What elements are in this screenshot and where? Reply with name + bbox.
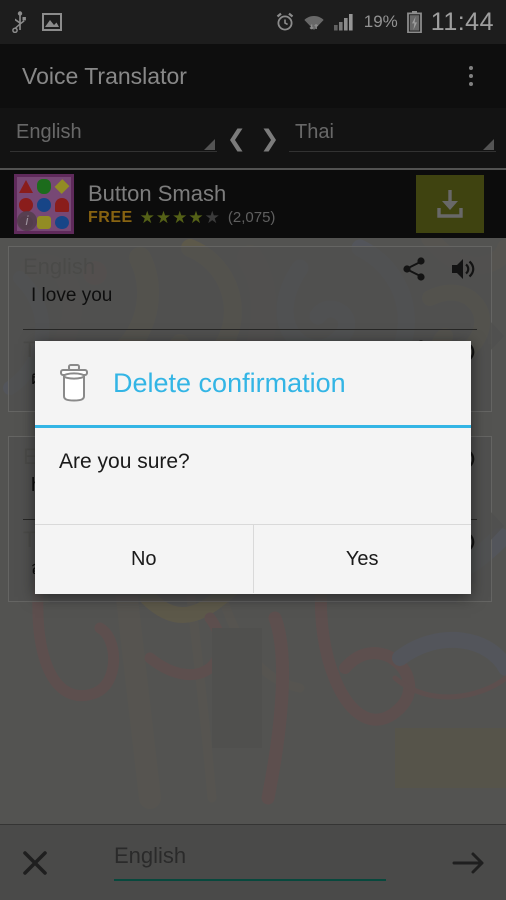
app-screen: 19% 11:44 Voice Translator English ❮ ❯ T… xyxy=(0,0,506,900)
dialog-message: Are you sure? xyxy=(59,450,190,473)
yes-button[interactable]: Yes xyxy=(253,525,471,593)
no-button[interactable]: No xyxy=(35,525,253,593)
dialog-title: Delete confirmation xyxy=(113,367,346,398)
dialog-actions: No Yes xyxy=(35,525,471,593)
trash-icon xyxy=(60,364,88,402)
delete-confirmation-dialog: Delete confirmation Are you sure? No Yes xyxy=(35,341,471,594)
dialog-header: Delete confirmation xyxy=(35,341,471,425)
dialog-body: Are you sure? xyxy=(35,428,471,524)
